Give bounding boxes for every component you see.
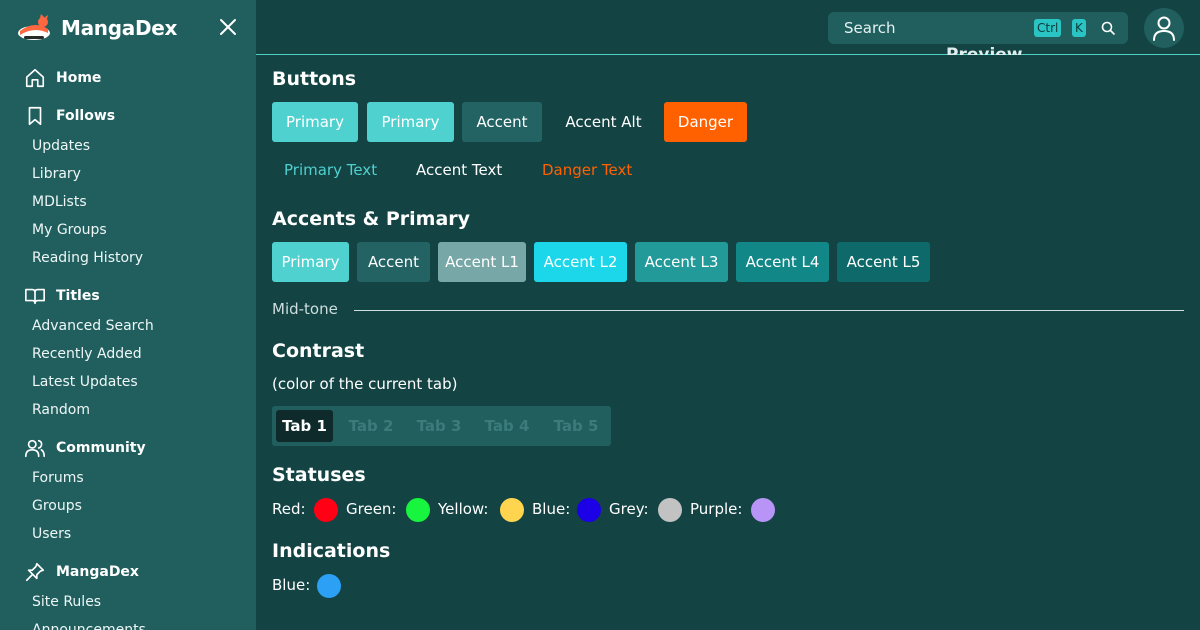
sidebar-item-recently-added[interactable]: Recently Added bbox=[32, 344, 142, 364]
users-icon bbox=[25, 439, 45, 458]
search-icon bbox=[1101, 21, 1115, 35]
status-blue-dot bbox=[577, 498, 601, 522]
sidebar-item-home[interactable]: Home bbox=[24, 66, 101, 90]
sidebar-item-users[interactable]: Users bbox=[32, 524, 71, 544]
sidebar-item-updates[interactable]: Updates bbox=[32, 136, 90, 156]
sidebar: MangaDex Home Follows Updates Library MD… bbox=[0, 0, 256, 630]
sidebar-heading-follows[interactable]: Follows bbox=[24, 104, 115, 128]
sidebar-item-latest-updates[interactable]: Latest Updates bbox=[32, 372, 138, 392]
sidebar-item-site-rules[interactable]: Site Rules bbox=[32, 592, 101, 612]
danger-button[interactable]: Danger bbox=[664, 102, 747, 142]
sidebar-heading-community[interactable]: Community bbox=[24, 436, 146, 460]
indication-blue-label: Blue: bbox=[272, 576, 311, 594]
danger-text-button[interactable]: Danger Text bbox=[542, 156, 632, 184]
mangadex-logo-icon bbox=[18, 14, 50, 40]
indication-blue-dot bbox=[317, 574, 341, 598]
bookmark-icon bbox=[28, 106, 42, 126]
contrast-tabs: Tab 1 Tab 2 Tab 3 Tab 4 Tab 5 bbox=[272, 406, 611, 446]
statuses-title: Statuses bbox=[272, 464, 366, 486]
top-bar: Preview Search Ctrl K bbox=[256, 0, 1200, 55]
status-red-label: Red: bbox=[272, 500, 306, 518]
buttons-title: Buttons bbox=[272, 68, 357, 90]
app-name: MangaDex bbox=[61, 16, 178, 40]
tab-4[interactable]: Tab 4 bbox=[477, 410, 537, 442]
sidebar-heading-titles[interactable]: Titles bbox=[24, 284, 100, 308]
status-blue-label: Blue: bbox=[532, 500, 571, 518]
sidebar-heading-label: Home bbox=[56, 70, 102, 86]
indications-title: Indications bbox=[272, 540, 391, 562]
tab-5[interactable]: Tab 5 bbox=[545, 410, 607, 442]
status-yellow-dot bbox=[500, 498, 524, 522]
sidebar-heading-label: Community bbox=[56, 440, 146, 456]
contrast-subtitle: (color of the current tab) bbox=[272, 375, 458, 393]
sidebar-item-random[interactable]: Random bbox=[32, 400, 90, 420]
user-icon bbox=[1153, 16, 1175, 41]
status-red-dot bbox=[314, 498, 338, 522]
accent-button[interactable]: Accent bbox=[462, 102, 542, 142]
status-grey-dot bbox=[658, 498, 682, 522]
shortcut-ctrl-badge: Ctrl bbox=[1034, 19, 1062, 37]
tab-2[interactable]: Tab 2 bbox=[341, 410, 401, 442]
accent-alt-button[interactable]: Accent Alt bbox=[551, 102, 656, 142]
midtone-label: Mid-tone bbox=[272, 300, 338, 318]
book-open-icon bbox=[25, 288, 45, 305]
sidebar-item-library[interactable]: Library bbox=[32, 164, 81, 184]
sidebar-heading-mangadex[interactable]: MangaDex bbox=[24, 560, 139, 584]
sidebar-item-announcements[interactable]: Announcements bbox=[32, 620, 146, 630]
search-input[interactable]: Search Ctrl K bbox=[828, 12, 1128, 44]
sidebar-item-forums[interactable]: Forums bbox=[32, 468, 84, 488]
sidebar-item-advanced-search[interactable]: Advanced Search bbox=[32, 316, 154, 336]
accent-l1-swatch[interactable]: Accent L1 bbox=[438, 242, 526, 282]
accent-l5-swatch[interactable]: Accent L5 bbox=[837, 242, 930, 282]
sidebar-item-my-groups[interactable]: My Groups bbox=[32, 220, 107, 240]
pin-icon bbox=[25, 562, 45, 582]
status-yellow-label: Yellow: bbox=[438, 500, 489, 518]
sidebar-heading-label: Follows bbox=[56, 108, 116, 124]
tab-1[interactable]: Tab 1 bbox=[276, 410, 333, 442]
sidebar-item-mdlists[interactable]: MDLists bbox=[32, 192, 87, 212]
preview-heading: Preview bbox=[946, 45, 1023, 55]
sidebar-item-groups[interactable]: Groups bbox=[32, 496, 82, 516]
avatar[interactable] bbox=[1144, 8, 1184, 48]
primary-button[interactable]: Primary bbox=[272, 102, 358, 142]
status-green-dot bbox=[406, 498, 430, 522]
home-icon bbox=[25, 68, 45, 88]
primary-button-alt[interactable]: Primary bbox=[367, 102, 454, 142]
status-grey-label: Grey: bbox=[609, 500, 649, 518]
midtone-divider bbox=[354, 310, 1184, 311]
accent-l2-swatch[interactable]: Accent L2 bbox=[534, 242, 627, 282]
sidebar-item-reading-history[interactable]: Reading History bbox=[32, 248, 143, 268]
status-purple-label: Purple: bbox=[690, 500, 743, 518]
logo-row: MangaDex bbox=[0, 0, 256, 56]
sidebar-heading-label: Titles bbox=[56, 288, 100, 304]
contrast-title: Contrast bbox=[272, 340, 365, 362]
accent-l4-swatch[interactable]: Accent L4 bbox=[736, 242, 829, 282]
close-sidebar-icon[interactable] bbox=[218, 17, 238, 37]
status-green-label: Green: bbox=[346, 500, 397, 518]
accent-swatch[interactable]: Accent bbox=[357, 242, 430, 282]
search-placeholder: Search bbox=[844, 19, 896, 37]
accents-title: Accents & Primary bbox=[272, 208, 471, 230]
accent-primary-swatch[interactable]: Primary bbox=[272, 242, 349, 282]
accent-l3-swatch[interactable]: Accent L3 bbox=[635, 242, 728, 282]
status-purple-dot bbox=[751, 498, 775, 522]
shortcut-key-badge: K bbox=[1072, 19, 1086, 37]
primary-text-button[interactable]: Primary Text bbox=[284, 156, 377, 184]
sidebar-heading-label: MangaDex bbox=[56, 564, 139, 580]
accent-text-button[interactable]: Accent Text bbox=[416, 156, 502, 184]
tab-3[interactable]: Tab 3 bbox=[409, 410, 469, 442]
